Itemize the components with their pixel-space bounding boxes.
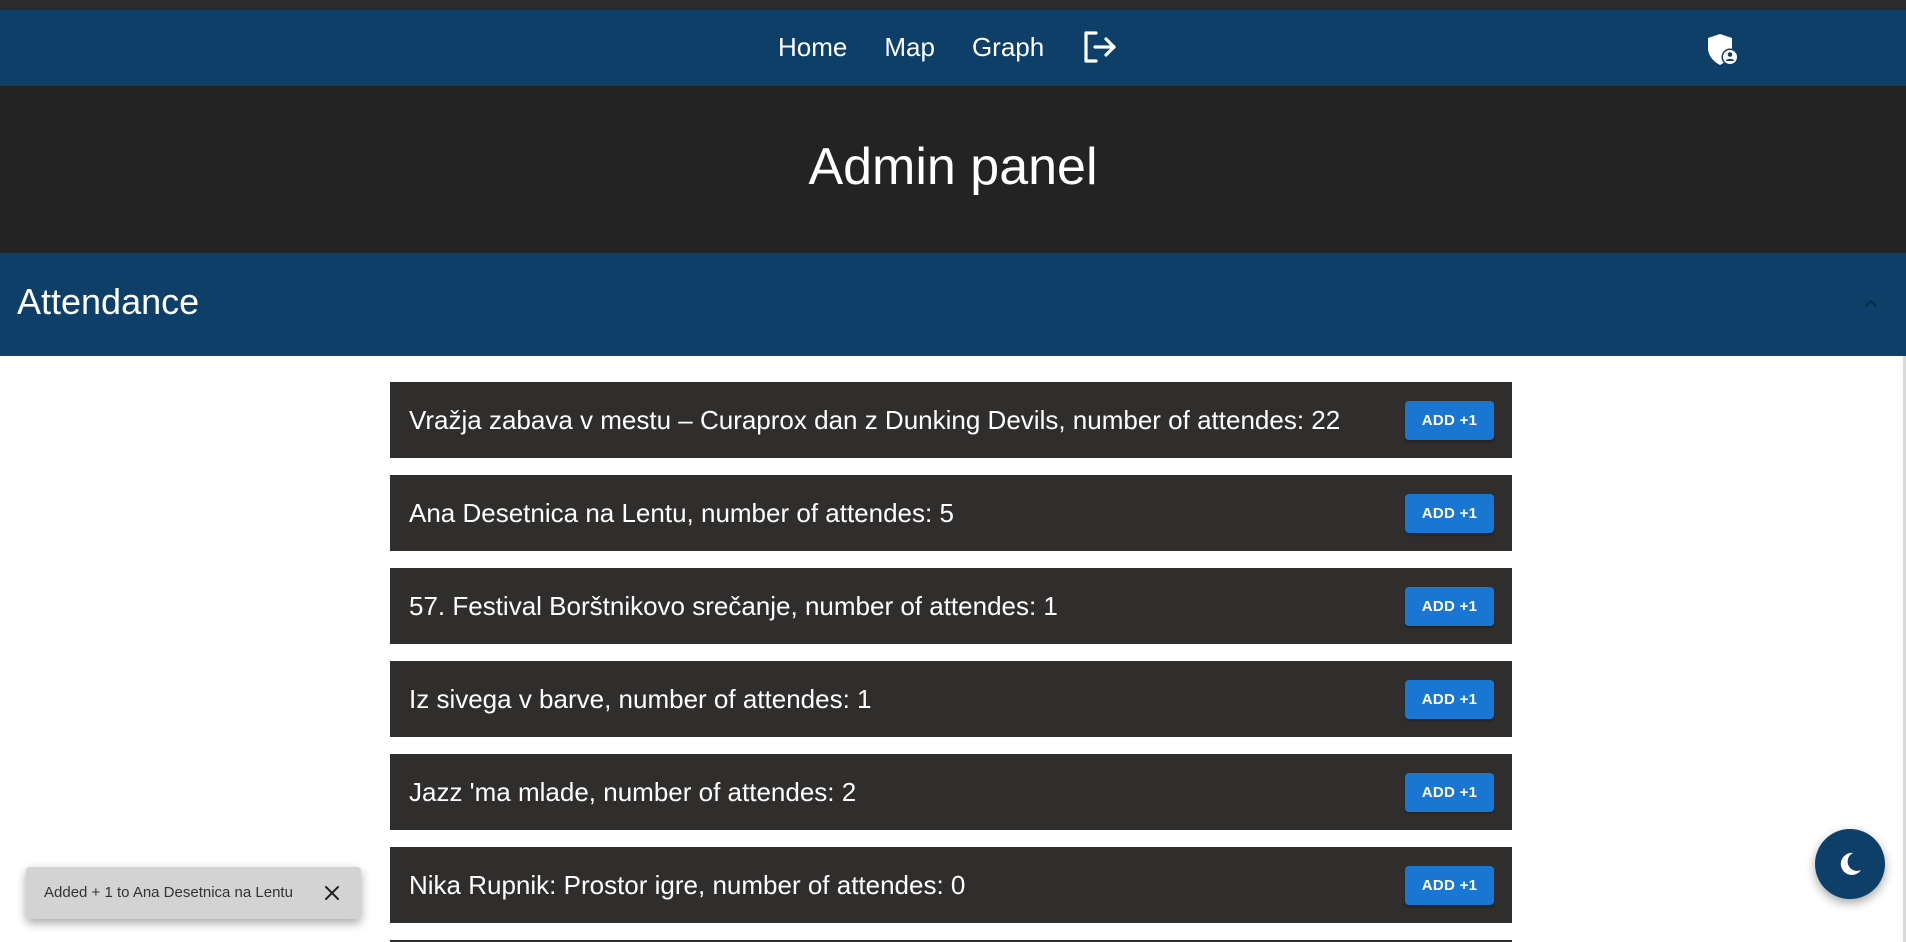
add-one-button[interactable]: ADD +1 xyxy=(1405,773,1494,812)
nav-links: Home Map Graph xyxy=(778,29,1119,65)
browser-top-strip xyxy=(0,0,1906,10)
event-label: Iz sivega v barve, number of attendes: 1 xyxy=(409,684,872,714)
event-label: Ana Desetnica na Lentu, number of attend… xyxy=(409,498,954,528)
logout-icon-glyph xyxy=(1084,31,1116,63)
nav-link-map[interactable]: Map xyxy=(884,32,935,63)
attendance-section-header[interactable]: Attendance xyxy=(0,253,1906,356)
moon-icon xyxy=(1840,852,1861,875)
close-icon[interactable] xyxy=(322,883,342,903)
add-one-button[interactable]: ADD +1 xyxy=(1405,866,1494,905)
add-one-button[interactable]: ADD +1 xyxy=(1405,401,1494,440)
event-label: Nika Rupnik: Prostor igre, number of att… xyxy=(409,870,966,900)
event-label: 57. Festival Borštnikovo srečanje, numbe… xyxy=(409,591,1058,621)
event-label: Vražja zabava v mestu – Curaprox dan z D… xyxy=(409,405,1341,435)
snackbar: Added + 1 to Ana Desetnica na Lentu xyxy=(26,867,361,919)
add-one-button[interactable]: ADD +1 xyxy=(1405,587,1494,626)
hero-banner: Admin panel xyxy=(0,86,1906,253)
admin-shield-icon[interactable] xyxy=(1706,32,1740,68)
list-item: Jazz 'ma mlade, number of attendes: 2 AD… xyxy=(390,754,1512,830)
list-item: Nika Rupnik: Prostor igre, number of att… xyxy=(390,847,1512,923)
nav-link-home[interactable]: Home xyxy=(778,32,847,63)
chevron-up-icon[interactable] xyxy=(1860,292,1882,314)
admin-shield-icon-glyph xyxy=(1708,34,1739,66)
add-one-button[interactable]: ADD +1 xyxy=(1405,680,1494,719)
section-title: Attendance xyxy=(17,281,200,322)
event-label: Jazz 'ma mlade, number of attendes: 2 xyxy=(409,777,857,807)
nav-link-graph[interactable]: Graph xyxy=(972,32,1044,63)
dark-mode-toggle-button[interactable] xyxy=(1815,829,1885,899)
page-title: Admin panel xyxy=(808,138,1098,196)
logout-icon[interactable] xyxy=(1081,29,1119,65)
add-one-button[interactable]: ADD +1 xyxy=(1405,494,1494,533)
list-item: Ana Desetnica na Lentu, number of attend… xyxy=(390,475,1512,551)
list-item: Iz sivega v barve, number of attendes: 1… xyxy=(390,661,1512,737)
snackbar-message: Added + 1 to Ana Desetnica na Lentu xyxy=(44,884,293,901)
list-item: 57. Festival Borštnikovo srečanje, numbe… xyxy=(390,568,1512,644)
top-navbar: Home Map Graph xyxy=(0,10,1906,86)
list-item: Vražja zabava v mestu – Curaprox dan z D… xyxy=(390,382,1512,458)
